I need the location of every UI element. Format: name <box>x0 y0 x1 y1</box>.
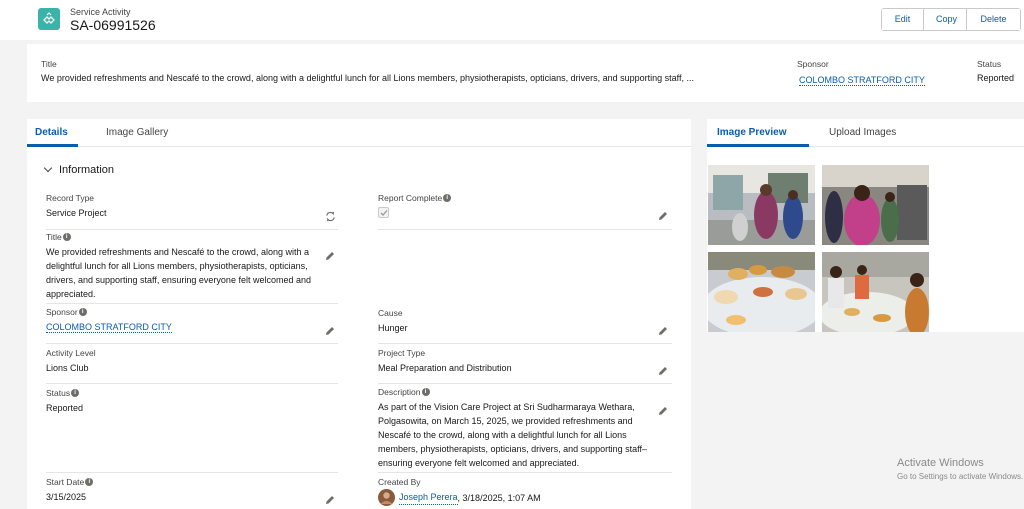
details-card: Details Image Gallery Information Record… <box>27 119 691 509</box>
record-title: SA-06991526 <box>70 17 156 33</box>
activation-watermark-title: Activate Windows <box>897 457 984 469</box>
gallery-image[interactable] <box>708 252 815 332</box>
change-record-type-icon[interactable] <box>325 211 336 222</box>
gallery-image[interactable] <box>708 165 815 245</box>
action-button-group: Edit Copy Delete <box>881 8 1021 31</box>
gallery-image[interactable] <box>822 252 929 332</box>
info-icon[interactable]: i <box>62 233 71 241</box>
field-status: Status i Reported <box>46 388 328 415</box>
edit-description-icon[interactable] <box>658 406 668 416</box>
field-divider <box>378 472 672 473</box>
delete-button[interactable]: Delete <box>967 9 1020 30</box>
field-title: Title i We provided refreshments and Nesc… <box>46 232 328 301</box>
highlight-title-value: We provided refreshments and Nescafé to … <box>41 73 695 83</box>
information-section-toggle[interactable]: Information <box>43 163 115 176</box>
edit-project-type-icon[interactable] <box>658 366 668 376</box>
edit-cause-icon[interactable] <box>658 326 668 336</box>
created-by-label: Created By <box>378 477 421 487</box>
field-description: Description i As part of the Vision Care … <box>378 387 658 470</box>
activity-level-value: Lions Club <box>46 363 89 373</box>
chevron-down-icon <box>43 163 53 173</box>
info-icon[interactable]: i <box>85 478 94 486</box>
record-type-value: Service Project <box>46 208 107 218</box>
highlight-status-label: Status <box>977 59 1002 69</box>
tab-image-gallery[interactable]: Image Gallery <box>106 127 168 138</box>
activation-watermark-subtitle: Go to Settings to activate Windows. <box>897 472 1024 481</box>
record-type-label: Record Type <box>46 193 95 203</box>
sponsor-label: Sponsor <box>46 307 78 317</box>
highlight-title-label: Title <box>41 59 57 69</box>
field-start-date: Start Date i 3/15/2025 <box>46 477 328 504</box>
field-created-by: Created By Joseph Perera , 3/18/2025, 1:… <box>378 477 668 506</box>
image-preview-card: Image Preview Upload Images <box>707 119 1024 332</box>
highlights-panel: Title We provided refreshments and Nesca… <box>27 44 1024 102</box>
copy-button[interactable]: Copy <box>924 9 967 30</box>
edit-start-date-icon[interactable] <box>325 495 335 505</box>
sponsor-link[interactable]: COLOMBO STRATFORD CITY <box>46 322 172 333</box>
info-icon[interactable]: i <box>71 389 80 397</box>
field-divider <box>46 303 338 304</box>
field-sponsor: Sponsor i COLOMBO STRATFORD CITY <box>46 307 328 334</box>
highlight-sponsor-label: Sponsor <box>797 59 829 69</box>
edit-title-icon[interactable] <box>325 251 335 261</box>
activity-level-label: Activity Level <box>46 348 96 358</box>
section-title-text: Information <box>59 164 115 176</box>
field-report-complete: Report Complete i <box>378 193 678 218</box>
description-label: Description <box>378 387 421 397</box>
service-activity-icon <box>38 8 60 30</box>
info-icon[interactable]: i <box>443 194 452 202</box>
record-header: Service Activity SA-06991526 Edit Copy D… <box>0 0 1024 40</box>
field-project-type: Project Type Meal Preparation and Distri… <box>378 348 660 375</box>
cause-value: Hunger <box>378 323 408 333</box>
field-divider <box>46 472 338 473</box>
report-complete-label: Report Complete <box>378 193 443 203</box>
highlight-sponsor-link[interactable]: COLOMBO STRATFORD CITY <box>799 75 925 86</box>
created-by-user-link[interactable]: Joseph Perera <box>399 490 458 505</box>
report-complete-checkbox <box>378 207 389 218</box>
field-divider <box>378 229 672 230</box>
created-by-timestamp: , 3/18/2025, 1:07 AM <box>457 492 541 503</box>
details-tab-bar: Details Image Gallery <box>27 119 691 147</box>
image-tab-bar: Image Preview Upload Images <box>707 119 1024 147</box>
highlight-status-value: Reported <box>977 73 1015 83</box>
description-value: As part of the Vision Care Project at Sr… <box>378 402 647 468</box>
active-tab-indicator <box>707 144 809 147</box>
start-date-label: Start Date <box>46 477 85 487</box>
object-type-label: Service Activity <box>70 7 131 17</box>
status-label: Status <box>46 388 71 398</box>
info-icon[interactable]: i <box>421 388 430 396</box>
project-type-label: Project Type <box>378 348 426 358</box>
checkmark-icon <box>380 209 387 216</box>
field-activity-level: Activity Level Lions Club <box>46 348 328 375</box>
gallery-image[interactable] <box>822 165 929 245</box>
tab-details[interactable]: Details <box>35 127 68 138</box>
start-date-value: 3/15/2025 <box>46 492 87 502</box>
info-icon[interactable]: i <box>78 308 87 316</box>
edit-sponsor-icon[interactable] <box>325 326 335 336</box>
field-divider <box>46 229 338 230</box>
avatar <box>378 489 395 506</box>
field-record-type: Record Type Service Project <box>46 193 346 220</box>
cause-label: Cause <box>378 308 403 318</box>
status-value: Reported <box>46 403 84 413</box>
edit-report-complete-icon[interactable] <box>658 211 668 221</box>
active-tab-indicator <box>27 144 78 147</box>
field-divider <box>378 383 672 384</box>
tab-upload-images[interactable]: Upload Images <box>829 127 896 138</box>
title-label: Title <box>46 232 62 242</box>
field-divider <box>46 343 338 344</box>
field-divider <box>46 383 338 384</box>
tab-image-preview[interactable]: Image Preview <box>717 127 786 138</box>
title-value: We provided refreshments and Nescafé to … <box>46 247 311 299</box>
project-type-value: Meal Preparation and Distribution <box>378 363 512 373</box>
edit-button[interactable]: Edit <box>882 9 924 30</box>
field-divider <box>378 343 672 344</box>
field-cause: Cause Hunger <box>378 308 660 335</box>
